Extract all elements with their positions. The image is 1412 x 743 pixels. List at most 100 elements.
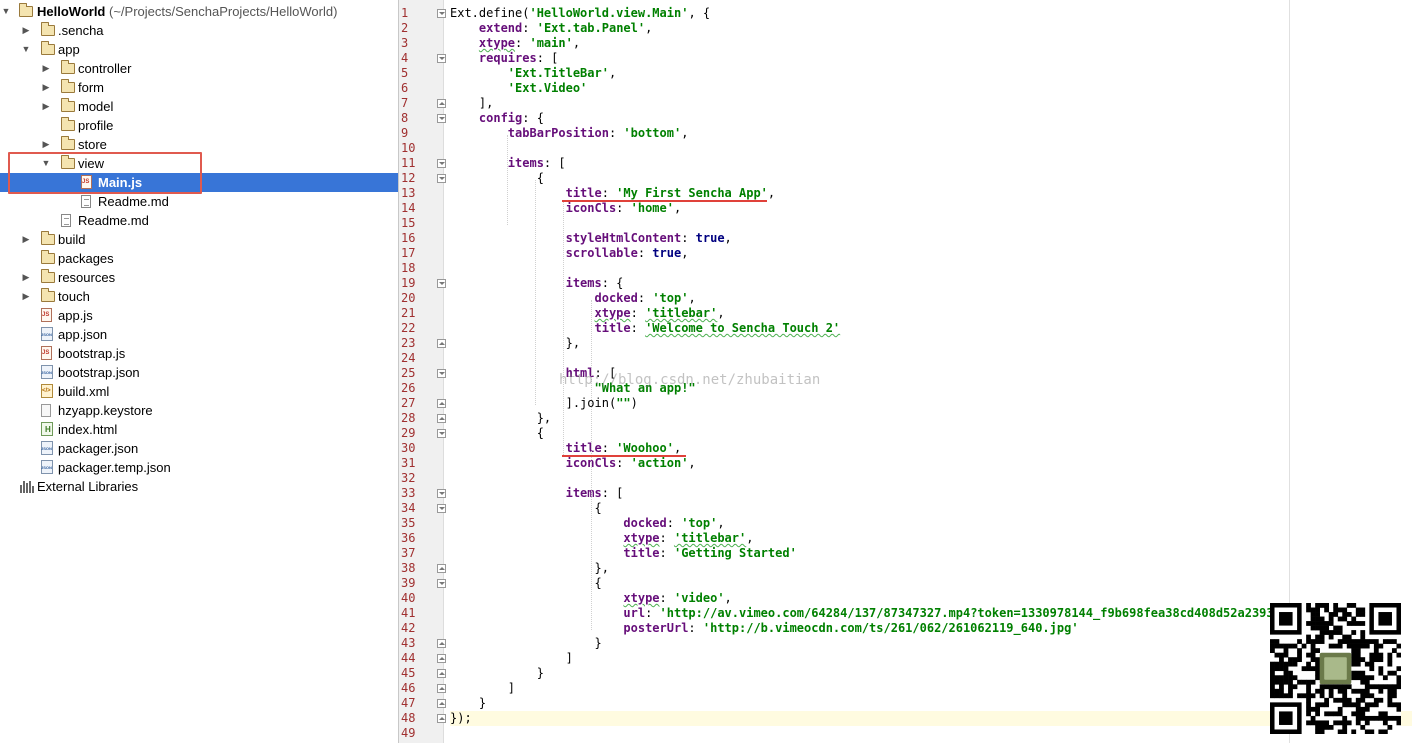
code-line[interactable]: xtype: 'video', — [450, 591, 1412, 606]
fold-collapse-icon[interactable] — [437, 174, 446, 183]
code-line[interactable] — [450, 471, 1412, 486]
code-line[interactable] — [450, 216, 1412, 231]
tree-item-packages[interactable]: packages — [0, 249, 398, 268]
chevron-right-icon[interactable]: ▶ — [40, 59, 52, 78]
chevron-right-icon[interactable]: ▶ — [20, 268, 32, 287]
code-line[interactable]: }, — [450, 336, 1412, 351]
code-line[interactable] — [450, 726, 1412, 741]
fold-end-icon[interactable] — [437, 639, 446, 648]
fold-collapse-icon[interactable] — [437, 114, 446, 123]
fold-collapse-icon[interactable] — [437, 279, 446, 288]
code-line[interactable]: title: 'Getting Started' — [450, 546, 1412, 561]
code-line[interactable]: items: [ — [450, 156, 1412, 171]
code-line[interactable]: ] — [450, 681, 1412, 696]
code-line[interactable]: } — [450, 636, 1412, 651]
fold-end-icon[interactable] — [437, 684, 446, 693]
code-line[interactable]: xtype: 'main', — [450, 36, 1412, 51]
fold-end-icon[interactable] — [437, 399, 446, 408]
code-line[interactable]: url: 'http://av.vimeo.com/64284/137/8734… — [450, 606, 1412, 621]
tree-item-app-json[interactable]: app.json — [0, 325, 398, 344]
chevron-down-icon[interactable]: ▼ — [20, 40, 32, 59]
fold-end-icon[interactable] — [437, 654, 446, 663]
code-line[interactable]: }); — [450, 711, 1412, 726]
code-line[interactable]: Ext.define('HelloWorld.view.Main', { — [450, 6, 1412, 21]
tree-item-app-js[interactable]: app.js — [0, 306, 398, 325]
fold-collapse-icon[interactable] — [437, 429, 446, 438]
fold-end-icon[interactable] — [437, 669, 446, 678]
tree-item-controller[interactable]: ▶ controller — [0, 59, 398, 78]
code-line[interactable]: tabBarPosition: 'bottom', — [450, 126, 1412, 141]
tree-item-packager-json[interactable]: packager.json — [0, 439, 398, 458]
tree-item-build[interactable]: ▶ build — [0, 230, 398, 249]
code-line[interactable]: items: [ — [450, 486, 1412, 501]
code-line[interactable]: iconCls: 'home', — [450, 201, 1412, 216]
code-line[interactable]: ].join("") — [450, 396, 1412, 411]
code-line[interactable]: styleHtmlContent: true, — [450, 231, 1412, 246]
fold-collapse-icon[interactable] — [437, 159, 446, 168]
code-editor[interactable]: 1 2 3 4 5 6 7 8 9 10 11 12 13 14 15 16 17 18 19 20 21 22 23 24 2… — [399, 0, 1412, 743]
chevron-right-icon[interactable]: ▶ — [40, 97, 52, 116]
tree-item-touch[interactable]: ▶ touch — [0, 287, 398, 306]
tree-item-hzyapp-keystore[interactable]: hzyapp.keystore — [0, 401, 398, 420]
fold-end-icon[interactable] — [437, 564, 446, 573]
code-line[interactable]: xtype: 'titlebar', — [450, 531, 1412, 546]
tree-item-readme-md[interactable]: Readme.md — [0, 211, 398, 230]
tree-item-build-xml[interactable]: build.xml — [0, 382, 398, 401]
fold-end-icon[interactable] — [437, 699, 446, 708]
chevron-right-icon[interactable]: ▶ — [20, 21, 32, 40]
chevron-right-icon[interactable]: ▶ — [20, 230, 32, 249]
code-line[interactable]: requires: [ — [450, 51, 1412, 66]
fold-end-icon[interactable] — [437, 714, 446, 723]
tree-item-bootstrap-js[interactable]: bootstrap.js — [0, 344, 398, 363]
chevron-down-icon[interactable]: ▼ — [0, 2, 12, 21]
tree-item-sencha[interactable]: ▶ .sencha — [0, 21, 398, 40]
code-line[interactable]: { — [450, 171, 1412, 186]
tree-root[interactable]: ▼ HelloWorld (~/Projects/SenchaProjects/… — [0, 2, 398, 21]
code-line[interactable]: { — [450, 501, 1412, 516]
code-line[interactable]: ], — [450, 96, 1412, 111]
code-line[interactable]: ] — [450, 651, 1412, 666]
code-line[interactable] — [450, 351, 1412, 366]
tree-item-app[interactable]: ▼ app — [0, 40, 398, 59]
tree-item-form[interactable]: ▶ form — [0, 78, 398, 97]
fold-collapse-icon[interactable] — [437, 489, 446, 498]
tree-item-packager-temp-json[interactable]: packager.temp.json — [0, 458, 398, 477]
code-line[interactable]: config: { — [450, 111, 1412, 126]
tree-item-external-libraries[interactable]: External Libraries — [0, 477, 398, 496]
tree-item-index-html[interactable]: index.html — [0, 420, 398, 439]
code-line[interactable]: scrollable: true, — [450, 246, 1412, 261]
fold-end-icon[interactable] — [437, 414, 446, 423]
code-line[interactable]: docked: 'top', — [450, 291, 1412, 306]
fold-end-icon[interactable] — [437, 339, 446, 348]
chevron-right-icon[interactable]: ▶ — [40, 78, 52, 97]
chevron-right-icon[interactable]: ▶ — [20, 287, 32, 306]
fold-collapse-icon[interactable] — [437, 54, 446, 63]
code-line[interactable]: } — [450, 696, 1412, 711]
tree-item-resources[interactable]: ▶ resources — [0, 268, 398, 287]
code-line[interactable]: 'Ext.TitleBar', — [450, 66, 1412, 81]
code-line[interactable]: title: 'Woohoo', — [450, 441, 1412, 456]
code-line[interactable]: docked: 'top', — [450, 516, 1412, 531]
code-line[interactable]: posterUrl: 'http://b.vimeocdn.com/ts/261… — [450, 621, 1412, 636]
fold-collapse-icon[interactable] — [437, 9, 446, 18]
code-line[interactable]: }, — [450, 561, 1412, 576]
fold-end-icon[interactable] — [437, 99, 446, 108]
tree-item-readme-md[interactable]: Readme.md — [0, 192, 398, 211]
tree-item-profile[interactable]: profile — [0, 116, 398, 135]
code-line[interactable]: } — [450, 666, 1412, 681]
code-line[interactable]: { — [450, 576, 1412, 591]
code-line[interactable]: title: 'Welcome to Sencha Touch 2' — [450, 321, 1412, 336]
tree-item-model[interactable]: ▶ model — [0, 97, 398, 116]
code-line[interactable]: items: { — [450, 276, 1412, 291]
code-line[interactable] — [450, 261, 1412, 276]
code-line[interactable]: 'Ext.Video' — [450, 81, 1412, 96]
code-line[interactable]: iconCls: 'action', — [450, 456, 1412, 471]
fold-collapse-icon[interactable] — [437, 369, 446, 378]
fold-collapse-icon[interactable] — [437, 579, 446, 588]
code-line[interactable]: title: 'My First Sencha App', — [450, 186, 1412, 201]
code-line[interactable]: { — [450, 426, 1412, 441]
code-line[interactable]: extend: 'Ext.tab.Panel', — [450, 21, 1412, 36]
tree-item-bootstrap-json[interactable]: bootstrap.json — [0, 363, 398, 382]
code-line[interactable] — [450, 141, 1412, 156]
fold-collapse-icon[interactable] — [437, 504, 446, 513]
